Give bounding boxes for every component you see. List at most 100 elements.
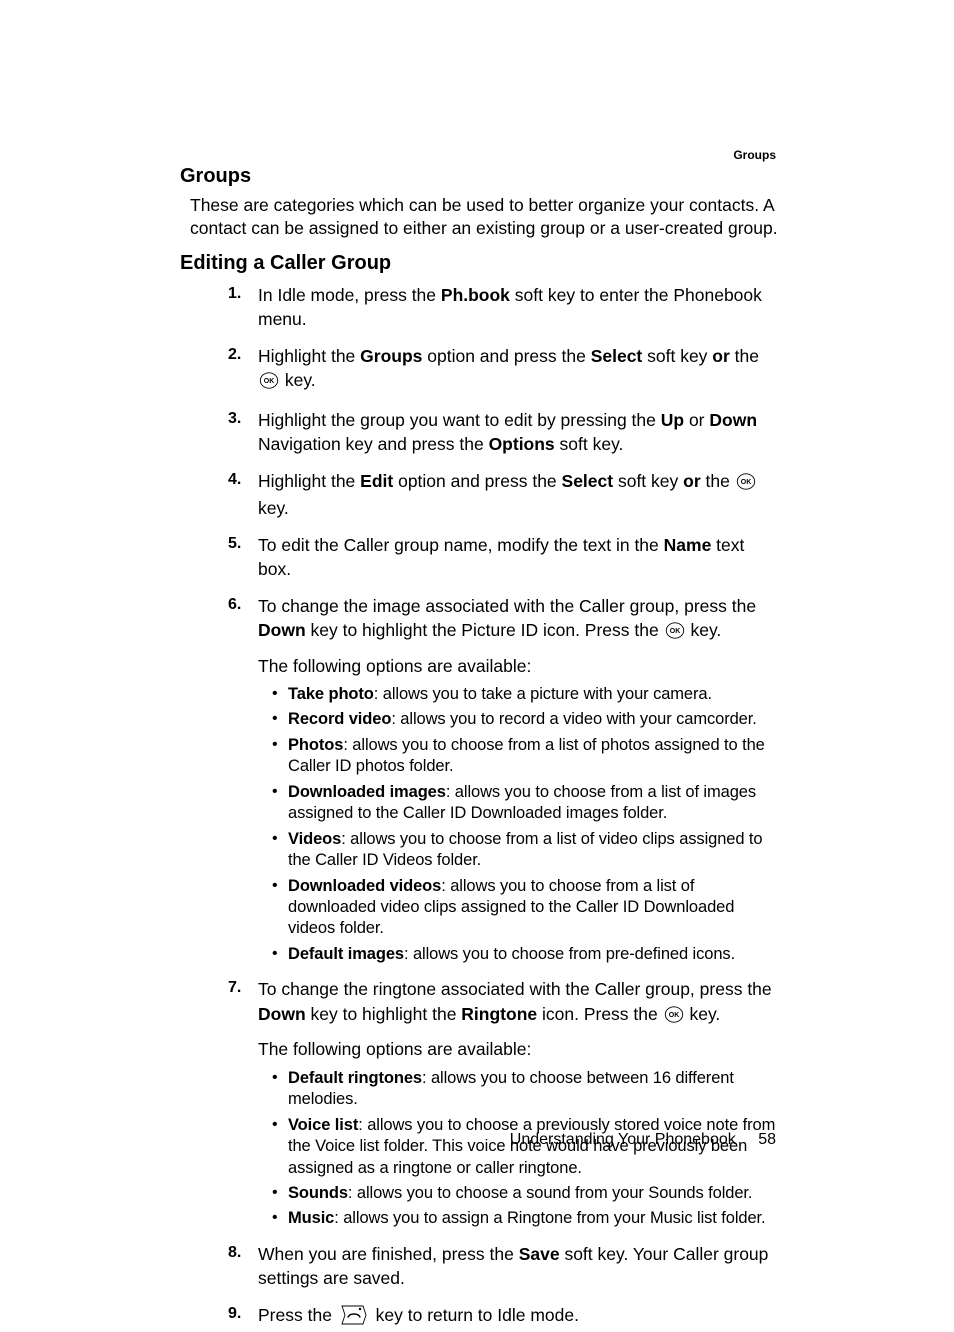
svg-text:OK: OK (740, 479, 751, 486)
select-label: Select (562, 471, 614, 491)
svg-text:OK: OK (669, 628, 680, 635)
options-label: Options (489, 434, 555, 454)
option-label: Videos (288, 830, 341, 848)
option-label: Default images (288, 945, 404, 963)
or-label: or (683, 471, 701, 491)
chapter-title: Understanding Your Phonebook (510, 1131, 736, 1148)
option-label: Sounds (288, 1184, 348, 1202)
step-text: key to return to Idle mode. (371, 1305, 579, 1325)
option-sounds: Sounds: allows you to choose a sound fro… (272, 1183, 779, 1204)
step-6: 6. To change the image associated with t… (228, 594, 779, 966)
option-label: Record video (288, 710, 391, 728)
picture-id-options: Take photo: allows you to take a picture… (258, 684, 779, 965)
option-photos: Photos: allows you to choose from a list… (272, 735, 779, 778)
groups-intro-paragraph: These are categories which can be used t… (190, 194, 779, 240)
step-number: 2. (228, 344, 241, 366)
steps-list: 1. In Idle mode, press the Ph.book soft … (180, 283, 779, 1332)
option-default-images: Default images: allows you to choose fro… (272, 944, 779, 965)
step-text: icon. Press the (537, 1004, 662, 1024)
step-text: the (730, 346, 759, 366)
edit-label: Edit (360, 471, 393, 491)
name-label: Name (664, 535, 712, 555)
option-videos: Videos: allows you to choose from a list… (272, 829, 779, 872)
heading-groups: Groups (180, 165, 779, 188)
step-text: Press the (258, 1305, 337, 1325)
up-label: Up (661, 410, 684, 430)
page: Groups Groups These are categories which… (0, 0, 954, 1319)
step-text: When you are finished, press the (258, 1244, 519, 1264)
step-8: 8. When you are finished, press the Save… (228, 1242, 779, 1291)
step-number: 8. (228, 1242, 241, 1264)
option-record-video: Record video: allows you to record a vid… (272, 709, 779, 730)
groups-option-label: Groups (360, 346, 422, 366)
option-desc: : allows you to take a picture with your… (374, 685, 712, 703)
option-desc: : allows you to choose from a list of vi… (288, 830, 762, 869)
step-text: key to highlight the (306, 1004, 462, 1024)
step-text: To change the image associated with the … (258, 596, 756, 616)
step-text: In Idle mode, press the (258, 285, 441, 305)
end-key-icon (339, 1304, 369, 1332)
step-number: 4. (228, 469, 241, 491)
option-desc: : allows you to choose a sound from your… (348, 1184, 753, 1202)
option-downloaded-images: Downloaded images: allows you to choose … (272, 782, 779, 825)
step-text: soft key (642, 346, 712, 366)
step-text: Highlight the group you want to edit by … (258, 410, 661, 430)
phbook-label: Ph.book (441, 285, 510, 305)
step-text: Highlight the (258, 346, 360, 366)
step-5: 5. To edit the Caller group name, modify… (228, 533, 779, 582)
step-text: option and press the (393, 471, 561, 491)
option-desc: : allows you to choose from pre-defined … (404, 945, 735, 963)
step-number: 5. (228, 533, 241, 555)
option-label: Default ringtones (288, 1069, 422, 1087)
option-label: Music (288, 1209, 334, 1227)
heading-editing-caller-group: Editing a Caller Group (180, 252, 779, 275)
option-desc: : allows you to record a video with your… (391, 710, 756, 728)
svg-text:OK: OK (264, 378, 275, 385)
options-intro: The following options are available: (258, 654, 779, 679)
option-label: Downloaded videos (288, 877, 441, 895)
options-intro: The following options are available: (258, 1037, 779, 1062)
option-label: Downloaded images (288, 783, 446, 801)
step-4: 4. Highlight the Edit option and press t… (228, 469, 779, 521)
running-header: Groups (733, 148, 776, 162)
step-text: soft key. (555, 434, 624, 454)
option-desc: : allows you to choose from a list of ph… (288, 736, 765, 775)
option-label: Take photo (288, 685, 374, 703)
step-number: 7. (228, 977, 241, 999)
step-number: 6. (228, 594, 241, 616)
ok-key-icon: OK (736, 472, 756, 497)
down-label: Down (258, 620, 306, 640)
option-take-photo: Take photo: allows you to take a picture… (272, 684, 779, 705)
step-9: 9. Press the key to return to Idle mode. (228, 1303, 779, 1332)
option-default-ringtones: Default ringtones: allows you to choose … (272, 1068, 779, 1111)
or-label: or (712, 346, 730, 366)
step-text: key. (280, 370, 316, 390)
step-text: the (701, 471, 735, 491)
step-text: To edit the Caller group name, modify th… (258, 535, 664, 555)
step-text: Navigation key and press the (258, 434, 489, 454)
step-number: 1. (228, 283, 241, 305)
option-music: Music: allows you to assign a Ringtone f… (272, 1208, 779, 1229)
ok-key-icon: OK (664, 1005, 684, 1030)
step-text: soft key (613, 471, 683, 491)
down-label: Down (709, 410, 757, 430)
page-number: 58 (758, 1131, 776, 1148)
step-2: 2. Highlight the Groups option and press… (228, 344, 779, 396)
step-number: 9. (228, 1303, 241, 1325)
step-7: 7. To change the ringtone associated wit… (228, 977, 779, 1230)
step-text: key. (686, 620, 722, 640)
step-text: key. (685, 1004, 721, 1024)
step-1: 1. In Idle mode, press the Ph.book soft … (228, 283, 779, 332)
step-text: To change the ringtone associated with t… (258, 979, 772, 999)
option-desc: : allows you to assign a Ringtone from y… (334, 1209, 765, 1227)
select-label: Select (591, 346, 643, 366)
option-label: Voice list (288, 1116, 358, 1134)
step-text: key to highlight the Picture ID icon. Pr… (306, 620, 664, 640)
step-text: key. (258, 498, 289, 518)
step-3: 3. Highlight the group you want to edit … (228, 408, 779, 457)
option-label: Photos (288, 736, 343, 754)
step-text: or (684, 410, 709, 430)
step-text: Highlight the (258, 471, 360, 491)
ok-key-icon: OK (665, 621, 685, 646)
ok-key-icon: OK (259, 371, 279, 396)
